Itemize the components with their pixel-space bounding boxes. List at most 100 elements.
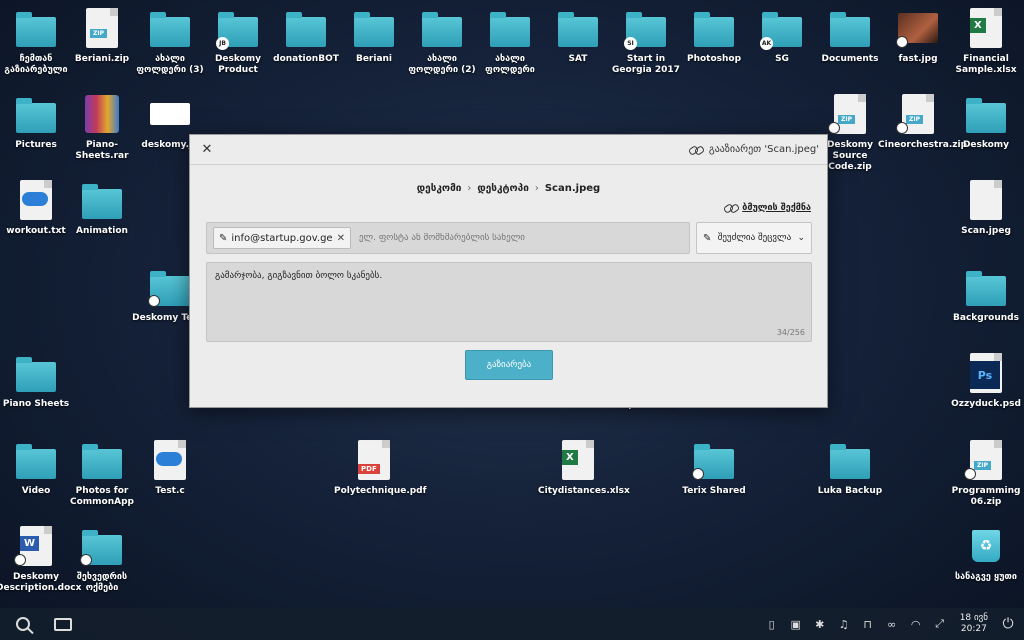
desktop-icon-new-folder-2[interactable]: ახალი ფოლდერი (2) [406, 6, 478, 76]
folder-icon [830, 12, 870, 47]
cloud-file-icon [20, 180, 52, 220]
fullscreen-icon[interactable]: ⤢ [930, 614, 950, 634]
share-icon[interactable]: ∞ [882, 614, 902, 634]
recipient-row: ✎ info@startup.gov.ge ✕ ✎ შეუძლია შეცვლა… [206, 222, 812, 254]
folder-icon [558, 12, 598, 47]
recipient-chip: ✎ info@startup.gov.ge ✕ [213, 227, 351, 249]
breadcrumb-item: Scan.jpeg [544, 183, 601, 194]
recipient-input[interactable] [358, 233, 683, 243]
excel-file-icon: X [970, 8, 1002, 48]
pencil-icon: ✎ [703, 232, 712, 244]
excel-file-icon: X [562, 440, 594, 480]
desktop-icon-meeting-minutes[interactable]: შეხვედრის ოქმები [66, 524, 138, 594]
search-icon [16, 617, 30, 631]
desktop-icon-donationbot[interactable]: donationBOT [270, 6, 342, 65]
taskbar: ▯ ▣ ✱ ♫ ⊓ ∞ ◠ ⤢ 18 ივნ 20:27 ⏻ [0, 608, 1024, 640]
desktop-icon-luka-backup[interactable]: Luka Backup [814, 438, 886, 497]
files-button[interactable] [50, 611, 76, 637]
recycle-bin-icon: ♻ [972, 530, 1000, 562]
desktop-icon-start-in-georgia[interactable]: SI Start in Georgia 2017 [610, 6, 682, 76]
chevron-right-icon: › [534, 183, 539, 194]
breadcrumb-item[interactable]: დესკომი [417, 183, 462, 194]
folder-icon [16, 12, 56, 47]
bug-icon[interactable]: ✱ [810, 614, 830, 634]
share-link-icon [828, 122, 840, 134]
share-link-icon [692, 468, 704, 480]
breadcrumb: დესკომი › დესკტოპი › Scan.jpeg [190, 183, 827, 194]
share-link-icon [896, 122, 908, 134]
create-link-button[interactable]: ბმულის შექმნა [724, 203, 811, 213]
folder-icon [694, 12, 734, 47]
share-dialog: ✕ გააზიარეთ 'Scan.jpeg' დესკომი › დესკტო… [189, 134, 828, 408]
folder-icon [82, 444, 122, 479]
desktop-icon-new-folder-3[interactable]: ახალი ფოლდერი (3) [134, 6, 206, 76]
desktop-icon-beriani[interactable]: Beriani [338, 6, 410, 65]
desktop-icon-backgrounds[interactable]: Backgrounds [950, 265, 1022, 324]
desktop-icon-deskomy[interactable]: Deskomy [950, 92, 1022, 151]
desktop-icon-new-folder[interactable]: ახალი ფოლდერი [474, 6, 546, 76]
desktop-icon-scan-jpeg[interactable]: Scan.jpeg [950, 178, 1022, 237]
folder-icon [82, 184, 122, 219]
desktop-icon-beriani-zip[interactable]: ZIP Beriani.zip [66, 6, 138, 65]
archive-icon[interactable]: ▣ [786, 614, 806, 634]
desktop-icon-deskomy-product[interactable]: JB Deskomy Product [202, 6, 274, 76]
desktop-icon-photoshop[interactable]: Photoshop [678, 6, 750, 65]
desktop-icon-fast-jpg[interactable]: fast.jpg [882, 6, 954, 65]
link-icon [724, 203, 738, 213]
char-counter: 34/256 [776, 328, 805, 337]
share-link-icon [148, 295, 160, 307]
image-thumbnail-icon [150, 103, 190, 125]
desktop-icon-photos-commonapp[interactable]: Photos for CommonApp [66, 438, 138, 508]
desktop-icon-programming-zip[interactable]: ZIP Programming 06.zip [950, 438, 1022, 508]
desktop-icon-cineorchestra[interactable]: ZIP Cineorchestra.zip [878, 92, 967, 151]
bell-icon[interactable]: ♫ [834, 614, 854, 634]
share-link-icon [80, 554, 92, 566]
image-thumbnail-icon [970, 180, 1002, 220]
photoshop-file-icon: Ps [970, 353, 1002, 393]
zip-file-icon: ZIP [86, 8, 118, 48]
avatar: AK [760, 37, 773, 50]
chevron-down-icon: ⌄ [797, 233, 805, 243]
pdf-file-icon: PDF [358, 440, 390, 480]
desktop-icon-polytechnique-pdf[interactable]: PDF Polytechnique.pdf [334, 438, 427, 497]
permission-select[interactable]: ✎ შეუძლია შეცვლა ⌄ [696, 222, 812, 254]
battery-icon[interactable]: ▯ [762, 614, 782, 634]
pencil-icon: ✎ [219, 232, 228, 244]
desktop-icon-terix-shared[interactable]: Terix Shared [678, 438, 750, 497]
desktop-icon-piano-sheets[interactable]: Piano Sheets [0, 351, 72, 410]
folder-icon [150, 12, 190, 47]
power-icon[interactable]: ⏻ [998, 614, 1018, 634]
lock-icon[interactable]: ⊓ [858, 614, 878, 634]
desktop-icon-financial-sample[interactable]: X Financial Sample.xlsx [950, 6, 1022, 76]
desktop-icon-shared-with-me[interactable]: ჩემთან გაზიარებული [0, 6, 72, 76]
wifi-icon[interactable]: ◠ [906, 614, 926, 634]
desktop-icon-ozzyduck-psd[interactable]: Ps Ozzyduck.psd [950, 351, 1022, 410]
folder-icon [422, 12, 462, 47]
recipient-field[interactable]: ✎ info@startup.gov.ge ✕ [206, 222, 690, 254]
search-button[interactable] [10, 611, 36, 637]
share-link-icon [896, 36, 908, 48]
message-textarea[interactable]: გამარჯობა, გიგზავნით ბოლო სკანებს. 34/25… [206, 262, 812, 342]
desktop-icon-documents[interactable]: Documents [814, 6, 886, 65]
desktop-icon-piano-sheets-rar[interactable]: Piano-Sheets.rar [66, 92, 138, 162]
share-icon [689, 145, 703, 155]
folder-icon [16, 444, 56, 479]
folder-icon [16, 98, 56, 133]
desktop-icon-test-c[interactable]: Test.c [134, 438, 206, 497]
cloud-file-icon [154, 440, 186, 480]
desktop-icon-sat[interactable]: SAT [542, 6, 614, 65]
close-icon[interactable]: ✕ [198, 141, 216, 159]
desktop-icon-citydistances[interactable]: X Citydistances.xlsx [538, 438, 630, 497]
folder-icon [54, 617, 72, 631]
folder-icon [286, 12, 326, 47]
dialog-header: ✕ გააზიარეთ 'Scan.jpeg' [190, 135, 827, 165]
breadcrumb-item[interactable]: დესკტოპი [477, 183, 528, 194]
share-link-icon [14, 554, 26, 566]
desktop-icon-sg[interactable]: AK SG [746, 6, 818, 65]
remove-recipient-icon[interactable]: ✕ [337, 233, 345, 244]
share-link-icon [964, 468, 976, 480]
clock[interactable]: 18 ივნ 20:27 [960, 613, 988, 635]
desktop-icon-trash[interactable]: ♻ სანაგვე ყუთი [950, 524, 1022, 583]
share-button[interactable]: გაზიარება [465, 350, 553, 380]
desktop-icon-animation[interactable]: Animation [66, 178, 138, 237]
